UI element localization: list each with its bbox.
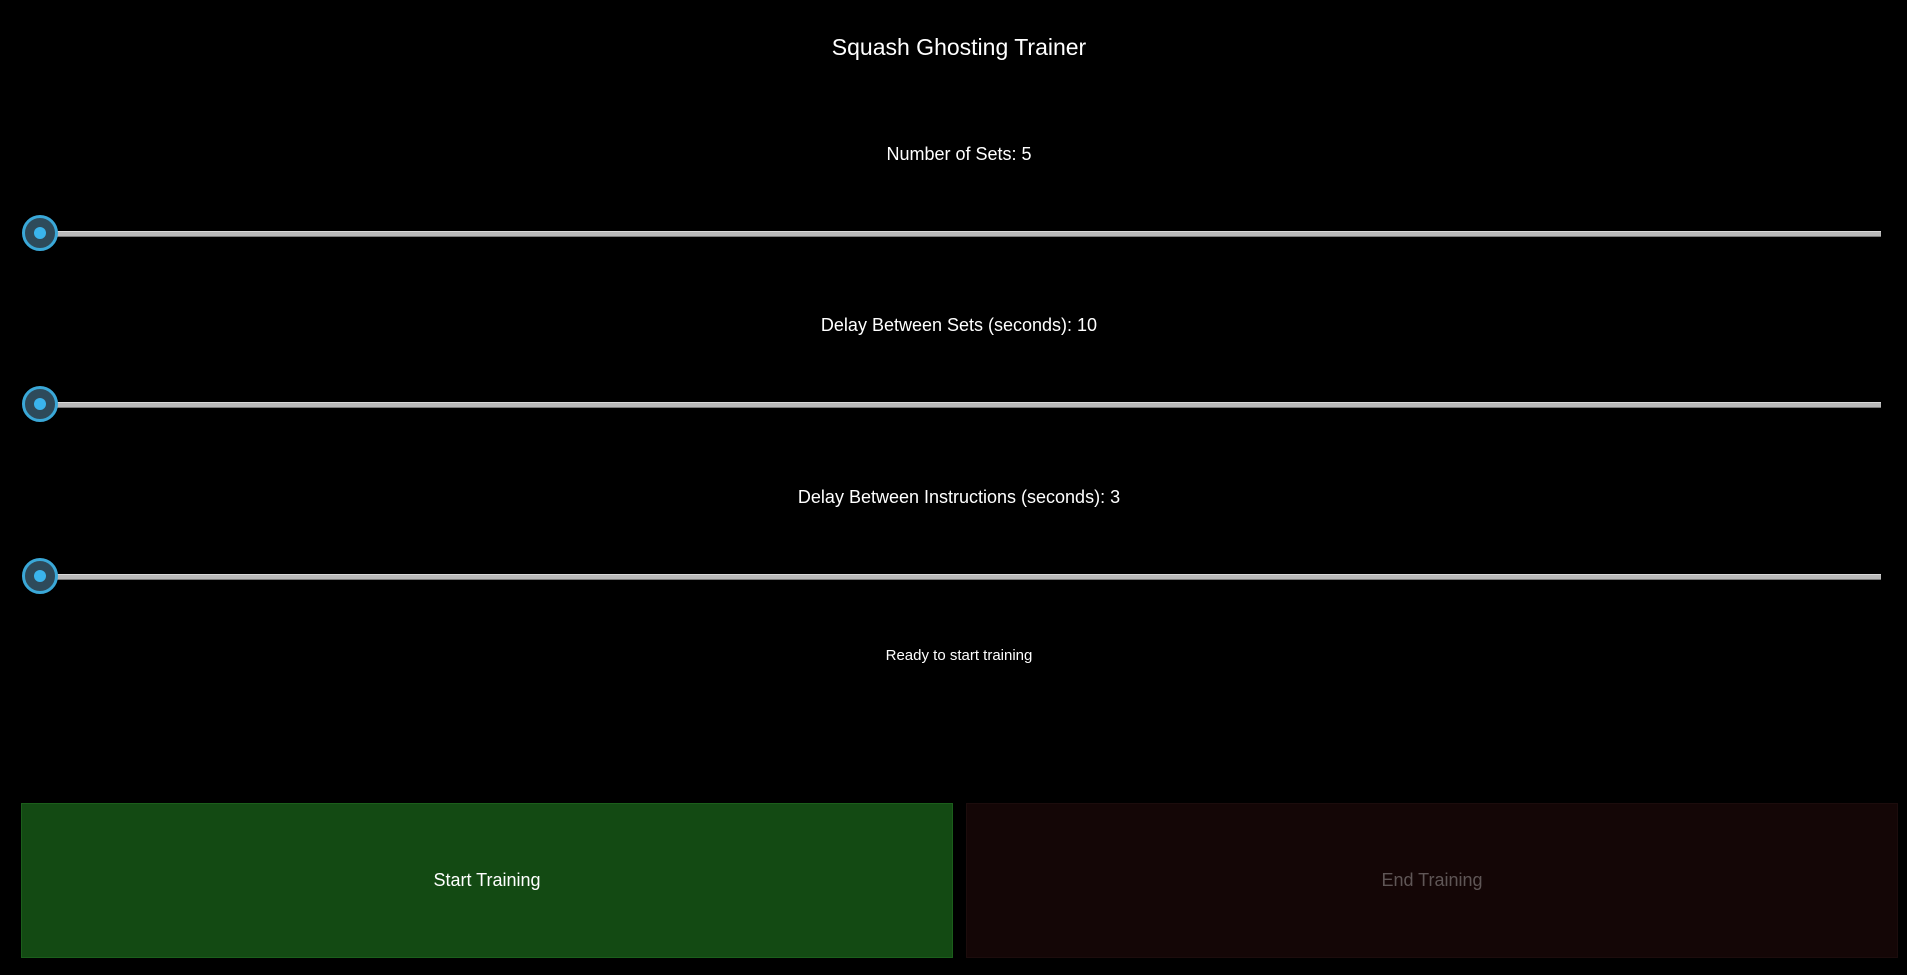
instruction-delay-slider[interactable] — [20, 556, 1881, 596]
instruction-delay-slider-track[interactable] — [40, 574, 1881, 580]
set-delay-slider-track[interactable] — [40, 402, 1881, 408]
sets-count-slider[interactable] — [20, 213, 1881, 253]
sets-count-slider-track[interactable] — [40, 231, 1881, 237]
status-message: Ready to start training — [885, 647, 1033, 664]
app-window: Squash Ghosting Trainer Number of Sets: … — [0, 0, 1907, 975]
sets-count-slider-thumb[interactable] — [22, 215, 58, 251]
page-title: Squash Ghosting Trainer — [831, 34, 1087, 60]
set-delay-slider-thumb[interactable] — [22, 386, 58, 422]
sets-count-label: Number of Sets: 5 — [886, 144, 1032, 164]
set-delay-label: Delay Between Sets (seconds): 10 — [820, 315, 1098, 335]
instruction-delay-slider-thumb[interactable] — [22, 558, 58, 594]
instruction-delay-label: Delay Between Instructions (seconds): 3 — [797, 487, 1121, 507]
set-delay-slider[interactable] — [20, 384, 1881, 424]
start-training-button[interactable]: Start Training — [21, 803, 953, 958]
end-training-button[interactable]: End Training — [966, 803, 1898, 958]
